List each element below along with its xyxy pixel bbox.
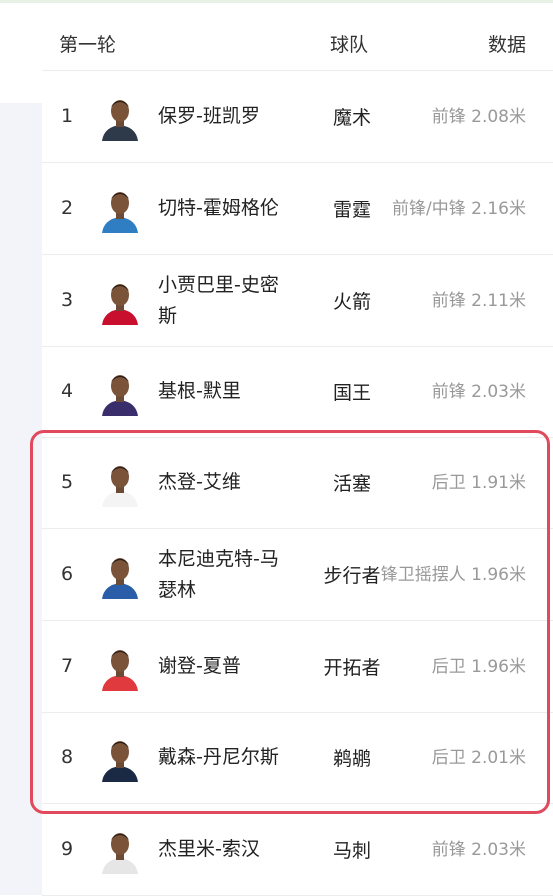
table-row[interactable]: 1 保罗-班凯罗 魔术 前锋 2.08米 xyxy=(42,71,553,163)
top-divider xyxy=(0,0,553,3)
player-name[interactable]: 杰登-艾维 xyxy=(158,437,288,528)
header-data: 数据 xyxy=(487,34,526,56)
player-stats: 锋卫摇摆人 1.96米 xyxy=(380,564,526,585)
player-avatar xyxy=(96,734,144,782)
player-stats: 前锋 2.03米 xyxy=(431,839,526,860)
player-stats: 前锋 2.03米 xyxy=(431,381,526,402)
pick-number: 9 xyxy=(60,838,74,860)
pick-number: 8 xyxy=(60,746,74,768)
player-name[interactable]: 小贾巴里-史密斯 xyxy=(158,255,288,346)
table-row[interactable]: 7 谢登-夏普 开拓者 后卫 1.96米 xyxy=(42,621,553,713)
table-row[interactable]: 6 本尼迪克特-马瑟林 步行者 锋卫摇摆人 1.96米 xyxy=(42,529,553,621)
pick-number: 4 xyxy=(60,380,74,402)
player-avatar xyxy=(96,551,144,599)
pick-number: 7 xyxy=(60,655,74,677)
header-team: 球队 xyxy=(330,34,369,56)
player-name[interactable]: 保罗-班凯罗 xyxy=(158,71,288,162)
player-stats: 前锋/中锋 2.16米 xyxy=(392,198,526,219)
pick-number: 6 xyxy=(60,563,74,585)
player-stats: 前锋 2.11米 xyxy=(431,290,526,311)
player-name[interactable]: 谢登-夏普 xyxy=(158,621,288,712)
table-row[interactable]: 3 小贾巴里-史密斯 火箭 前锋 2.11米 xyxy=(42,255,553,347)
player-avatar xyxy=(96,185,144,233)
player-name[interactable]: 戴森-丹尼尔斯 xyxy=(158,712,288,803)
table-row[interactable]: 9 杰里米-索汉 马刺 前锋 2.03米 xyxy=(42,804,553,896)
pick-number: 2 xyxy=(60,197,74,219)
player-avatar xyxy=(96,459,144,507)
table-row[interactable]: 8 戴森-丹尼尔斯 鹈鹕 后卫 2.01米 xyxy=(42,712,553,804)
draft-table-header: 第一轮 球队 数据 xyxy=(42,10,553,71)
pick-number: 1 xyxy=(60,105,74,127)
table-row[interactable]: 4 基根-默里 国王 前锋 2.03米 xyxy=(42,346,553,438)
player-name[interactable]: 基根-默里 xyxy=(158,346,288,437)
player-stats: 后卫 1.96米 xyxy=(431,656,526,677)
pick-number: 5 xyxy=(60,471,74,493)
player-stats: 前锋 2.08米 xyxy=(431,106,526,127)
player-stats: 后卫 1.91米 xyxy=(431,472,526,493)
player-avatar xyxy=(96,277,144,325)
player-avatar xyxy=(96,93,144,141)
player-stats: 后卫 2.01米 xyxy=(431,747,526,768)
pick-number: 3 xyxy=(60,289,74,311)
player-avatar xyxy=(96,368,144,416)
header-round: 第一轮 xyxy=(59,34,117,56)
player-avatar xyxy=(96,643,144,691)
player-name[interactable]: 本尼迪克特-马瑟林 xyxy=(158,529,288,620)
player-name[interactable]: 切特-霍姆格伦 xyxy=(158,163,288,254)
left-side-panel xyxy=(0,103,42,895)
player-name[interactable]: 杰里米-索汉 xyxy=(158,804,288,895)
table-row[interactable]: 2 切特-霍姆格伦 雷霆 前锋/中锋 2.16米 xyxy=(42,163,553,255)
player-avatar xyxy=(96,826,144,874)
table-row[interactable]: 5 杰登-艾维 活塞 后卫 1.91米 xyxy=(42,437,553,529)
